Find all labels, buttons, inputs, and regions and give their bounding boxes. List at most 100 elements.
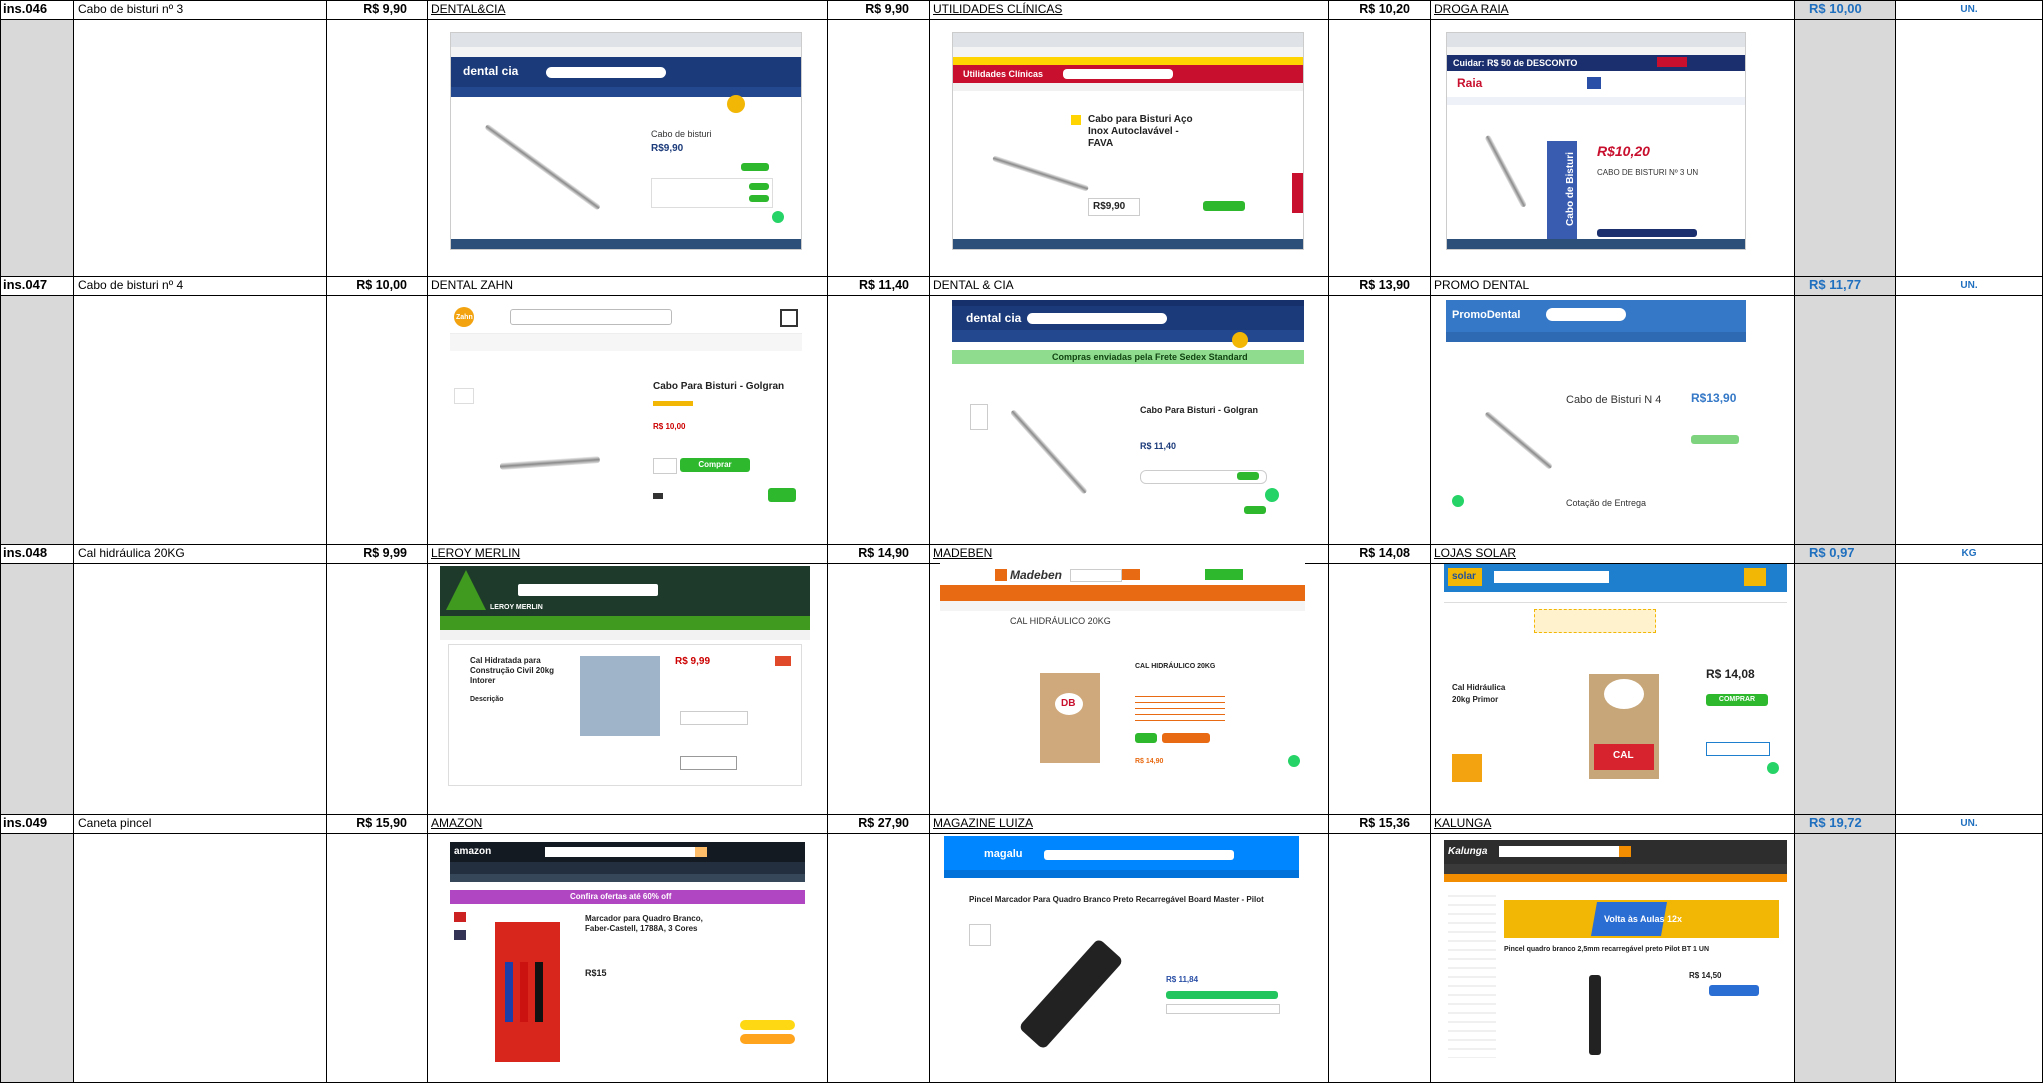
- screenshot-graphic: [1232, 332, 1248, 348]
- screenshot-graphic: [1709, 985, 1759, 996]
- scalpel-image: [1484, 410, 1554, 470]
- category-title: CAL HIDRÁULICO 20KG: [1010, 616, 1111, 626]
- screenshot-graphic: [520, 962, 528, 1022]
- desc-cell-blank: [73, 563, 327, 815]
- spreadsheet: ins.046 Cabo de bisturi nº 3 R$ 9,90 DEN…: [0, 0, 2043, 1083]
- product-price: R$13,90: [1691, 391, 1737, 405]
- screenshot-graphic: [1597, 229, 1697, 237]
- screenshot-graphic: [545, 847, 695, 857]
- avg-cell-blank: [1794, 563, 1896, 815]
- product-screenshot: Utilidades Clínicas Cabo para Bisturi Aç…: [952, 32, 1304, 250]
- product-price: R$ 14,50: [1689, 971, 1722, 980]
- screenshot-graphic: [940, 585, 1305, 601]
- brand-logo: Zahn: [456, 314, 473, 321]
- product-title: Marcador para Quadro Branco, Faber-Caste…: [585, 914, 703, 933]
- product-title: CABO DE BISTURI Nº 3 UN: [1597, 168, 1699, 177]
- box-label: Cabo de Bisturi: [1564, 152, 1576, 226]
- price-cell-blank: [326, 19, 428, 277]
- store-2-link[interactable]: MAGAZINE LUIZA: [929, 814, 1329, 834]
- screenshot-graphic: [740, 1020, 795, 1030]
- product-screenshot: Madeben CAL HIDRÁULICO 20KG DB CAL HIDRÁ…: [940, 563, 1305, 785]
- avg-cell-blank: [1794, 19, 1896, 277]
- store-2-link[interactable]: DENTAL & CIA: [929, 276, 1329, 296]
- store-3-link[interactable]: LOJAS SOLAR: [1430, 544, 1795, 564]
- product-price: R$ 11,40: [1140, 441, 1177, 451]
- store-3-link[interactable]: PROMO DENTAL: [1430, 276, 1795, 296]
- price-2: R$ 27,90: [827, 814, 930, 834]
- screenshot-graphic: [1604, 679, 1644, 709]
- screenshot-graphic: [768, 488, 796, 502]
- product-title: Cabo Para Bisturi - Golgran: [653, 381, 785, 392]
- store-2-link[interactable]: MADEBEN: [929, 544, 1329, 564]
- price-cell-blank: [827, 295, 930, 545]
- unit: UN.: [1895, 276, 2043, 296]
- screenshot-graphic: [440, 630, 810, 640]
- buy-button[interactable]: COMPRAR: [1706, 694, 1768, 706]
- price-cell-blank: [1328, 563, 1431, 815]
- screenshot-graphic: [1018, 938, 1124, 1050]
- screenshot-graphic: [1767, 762, 1779, 774]
- screenshot-graphic: [451, 87, 801, 97]
- screenshot-graphic: [1044, 850, 1234, 860]
- screenshot-graphic: [1122, 569, 1140, 580]
- screenshot-graphic: [970, 404, 988, 430]
- screenshot-graphic: [450, 343, 802, 351]
- product-title: CAL HIDRÁULICO 20KG: [1135, 663, 1216, 670]
- product-screenshot: dental cia Compras enviadas pela Frete S…: [952, 300, 1304, 520]
- screenshot-graphic: [505, 962, 513, 1022]
- product-screenshot: Kalunga Volta às Aulas 12x Pincel quadro…: [1444, 840, 1787, 1066]
- screenshot-graphic: [749, 195, 769, 202]
- screenshot-graphic: [953, 33, 1303, 47]
- screenshot-graphic: [1448, 888, 1496, 1058]
- screenshot-graphic: [454, 912, 466, 922]
- store-1-link[interactable]: LEROY MERLIN: [427, 544, 828, 564]
- price-cell-blank: [326, 833, 428, 1083]
- product-screenshot: dental cia Cabo de bisturi R$9,90: [450, 32, 802, 250]
- scalpel-image: [484, 123, 602, 211]
- screenshot-graphic: [940, 601, 1305, 611]
- screenshot-graphic: [653, 493, 663, 499]
- screenshot-graphic: [741, 163, 769, 171]
- screenshot-graphic: [944, 870, 1299, 878]
- store-3-link[interactable]: DROGA RAIA: [1430, 0, 1795, 20]
- screenshot-graphic: [1203, 201, 1245, 211]
- screenshot-graphic: [440, 616, 810, 630]
- screenshot-graphic: [1135, 691, 1225, 721]
- brand-logo: solar: [1452, 571, 1476, 582]
- price-cell-blank: [1328, 19, 1431, 277]
- store-1-link[interactable]: AMAZON: [427, 814, 828, 834]
- item-description: Cabo de bisturi nº 3: [73, 0, 327, 20]
- product-price: R$9,90: [1093, 201, 1126, 212]
- product-title: Cabo de bisturi: [651, 129, 712, 139]
- screenshot-graphic: [1619, 846, 1631, 857]
- store-2-link[interactable]: UTILIDADES CLÍNICAS: [929, 0, 1329, 20]
- store-1-link[interactable]: DENTAL&CIA: [427, 0, 828, 20]
- price-cell-blank: [827, 833, 930, 1083]
- screenshot-graphic: [1166, 1004, 1280, 1014]
- code-cell-blank: [0, 295, 74, 545]
- store-1-link[interactable]: DENTAL ZAHN: [427, 276, 828, 296]
- screenshot-graphic: [727, 95, 745, 113]
- desc-cell-blank: [73, 295, 327, 545]
- product-price: R$10,20: [1597, 143, 1650, 159]
- unit: UN.: [1895, 814, 2043, 834]
- screenshot-graphic: [1447, 47, 1745, 55]
- buy-button[interactable]: Comprar: [680, 458, 750, 472]
- screenshot-graphic: [952, 330, 1304, 342]
- screenshot-graphic: [1237, 472, 1259, 480]
- bag-label: CAL: [1613, 750, 1634, 761]
- average-price: R$ 0,97: [1794, 544, 1896, 564]
- product-title: Cabo Para Bisturi - Golgran: [1140, 405, 1259, 415]
- store-3-link[interactable]: KALUNGA: [1430, 814, 1795, 834]
- code-cell-blank: [0, 833, 74, 1083]
- price-1: R$ 10,00: [326, 276, 428, 296]
- unit: UN.: [1895, 0, 2043, 20]
- screenshot-graphic: [1499, 846, 1619, 857]
- price-cell-blank: [1328, 833, 1431, 1083]
- screenshot-graphic: [510, 309, 672, 325]
- screenshot-graphic: [1447, 239, 1745, 249]
- item-code: ins.047: [0, 276, 74, 296]
- average-price: R$ 19,72: [1794, 814, 1896, 834]
- product-price: R$ 11,84: [1166, 975, 1199, 984]
- avg-cell-blank: [1794, 295, 1896, 545]
